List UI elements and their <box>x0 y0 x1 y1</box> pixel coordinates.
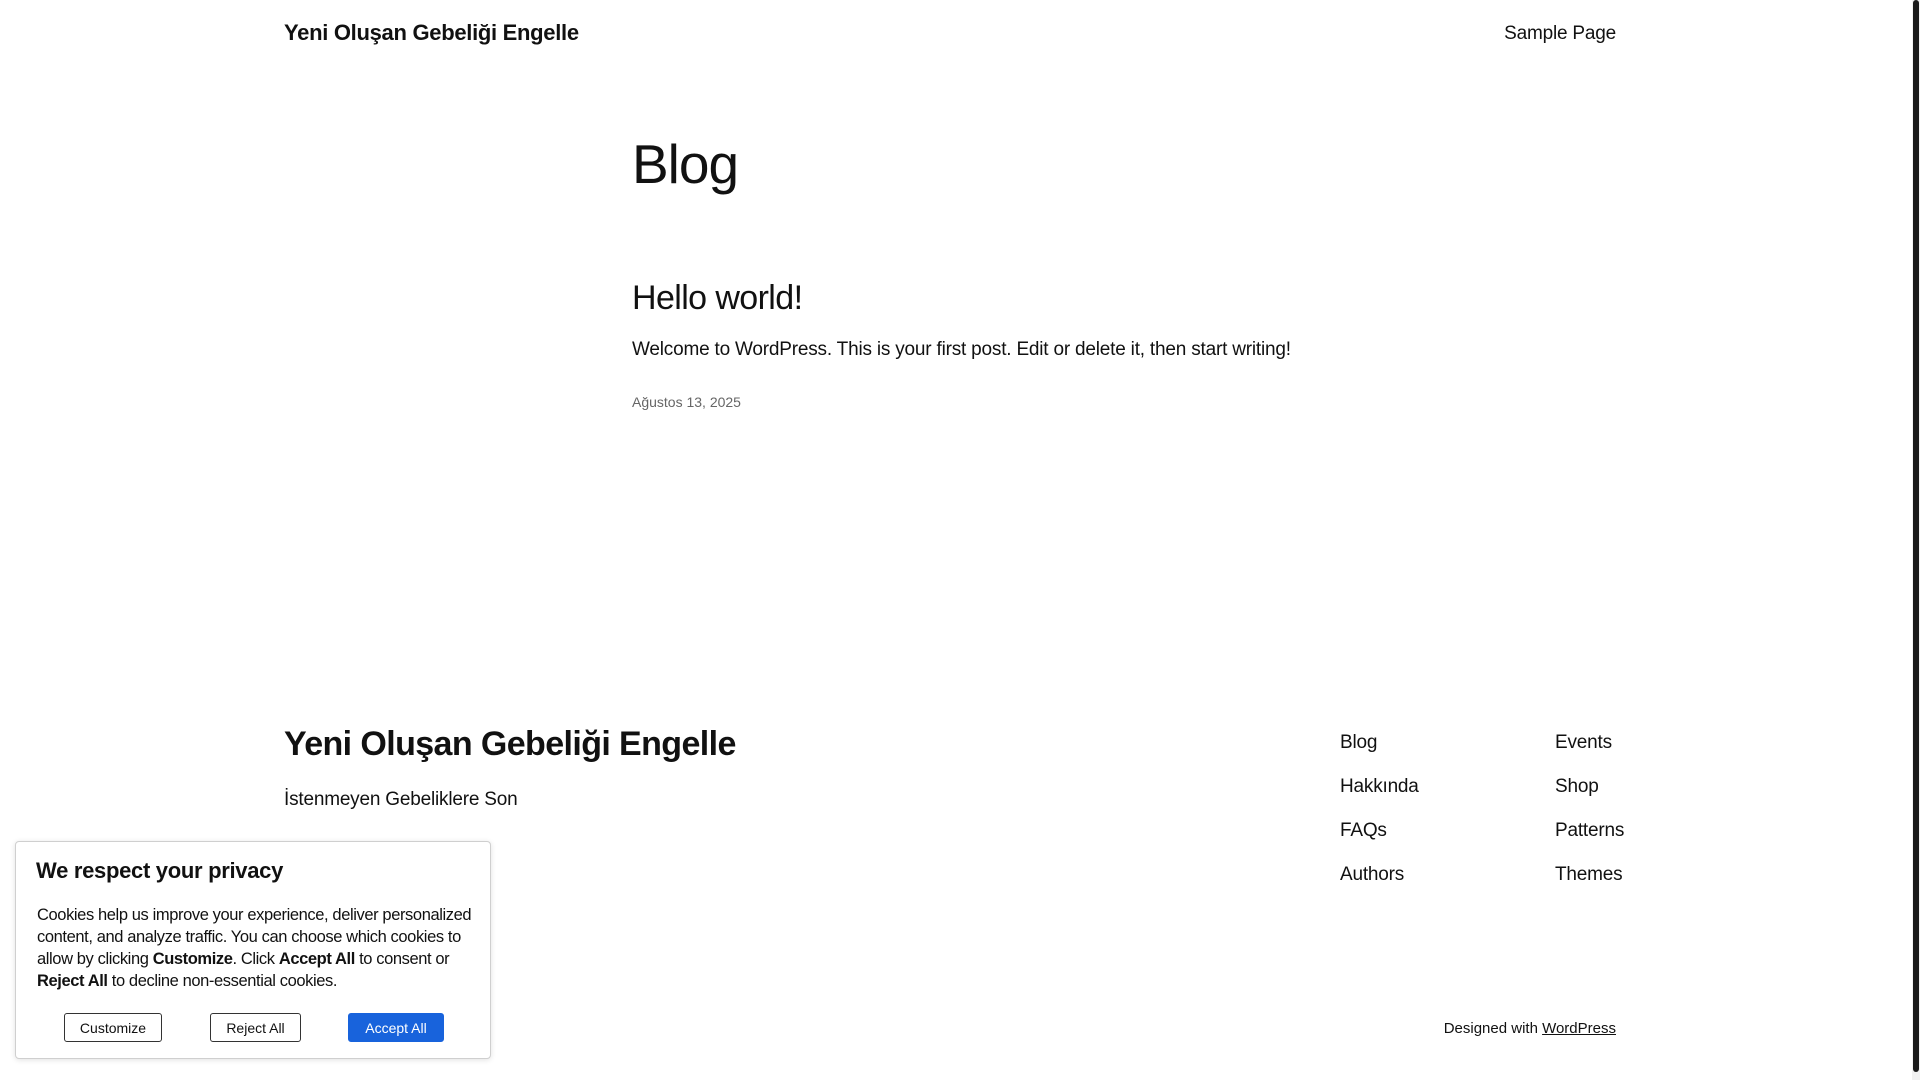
footer-link-events[interactable]: Events <box>1555 732 1612 753</box>
footer-link-item: Events <box>1555 732 1624 776</box>
cookie-text-customize: Customize <box>152 950 233 968</box>
cookie-text-accept: Accept All <box>278 950 355 968</box>
footer-link-item: FAQs <box>1340 820 1419 864</box>
nav-link-sample-page[interactable]: Sample Page <box>1504 23 1616 45</box>
post-title-link[interactable]: Hello world! <box>632 279 803 317</box>
cookie-text-reject: Reject All <box>37 972 108 990</box>
cookie-text-part: to consent or <box>354 950 450 968</box>
scrollbar-thumb[interactable] <box>1913 0 1919 1072</box>
footer-link-shop[interactable]: Shop <box>1555 776 1599 797</box>
footer-link-item: Hakkında <box>1340 776 1419 820</box>
cookie-consent-banner: We respect your privacy Cookies help us … <box>15 841 491 1059</box>
footer-link-faqs[interactable]: FAQs <box>1340 820 1387 841</box>
footer-link-blog[interactable]: Blog <box>1340 732 1377 753</box>
footer-link-item: Themes <box>1555 864 1624 908</box>
cookie-text-part: to decline non-essential cookies. <box>107 972 338 990</box>
accept-all-button[interactable]: Accept All <box>348 1013 444 1042</box>
footer-links-column-1: Blog Hakkında FAQs Authors <box>1340 732 1419 908</box>
footer-link-item: Patterns <box>1555 820 1624 864</box>
cookie-banner-title: We respect your privacy <box>36 858 284 883</box>
footer-link-hakkinda[interactable]: Hakkında <box>1340 776 1419 797</box>
footer-site-title[interactable]: Yeni Oluşan Gebeliği Engelle <box>284 725 736 763</box>
customize-button[interactable]: Customize <box>64 1013 162 1042</box>
footer-links-column-2: Events Shop Patterns Themes <box>1555 732 1624 908</box>
vertical-scrollbar[interactable] <box>1912 0 1920 1080</box>
footer-link-item: Blog <box>1340 732 1419 776</box>
page: Yeni Oluşan Gebeliği Engelle Sample Page… <box>0 0 1920 1080</box>
footer-link-patterns[interactable]: Patterns <box>1555 820 1624 841</box>
post-excerpt: Welcome to WordPress. This is your first… <box>632 339 1291 360</box>
footer-tagline: İstenmeyen Gebeliklere Son <box>284 789 518 810</box>
wordpress-link[interactable]: WordPress <box>1542 1020 1616 1037</box>
reject-all-button[interactable]: Reject All <box>210 1013 301 1042</box>
cookie-banner-text: Cookies help us improve your experience,… <box>37 904 489 992</box>
footer-link-authors[interactable]: Authors <box>1340 864 1404 885</box>
credit-prefix: Designed with <box>1443 1020 1538 1037</box>
post-date: Ağustos 13, 2025 <box>632 394 741 410</box>
footer-link-themes[interactable]: Themes <box>1555 864 1623 885</box>
cookie-text-part: . Click <box>232 950 279 968</box>
page-title: Blog <box>632 133 739 195</box>
footer-link-item: Authors <box>1340 864 1419 908</box>
footer-link-item: Shop <box>1555 776 1624 820</box>
site-title-link[interactable]: Yeni Oluşan Gebeliği Engelle <box>284 20 579 46</box>
viewport: Yeni Oluşan Gebeliği Engelle Sample Page… <box>0 0 1912 1080</box>
footer-credit: Designed with WordPress <box>1444 1020 1616 1037</box>
